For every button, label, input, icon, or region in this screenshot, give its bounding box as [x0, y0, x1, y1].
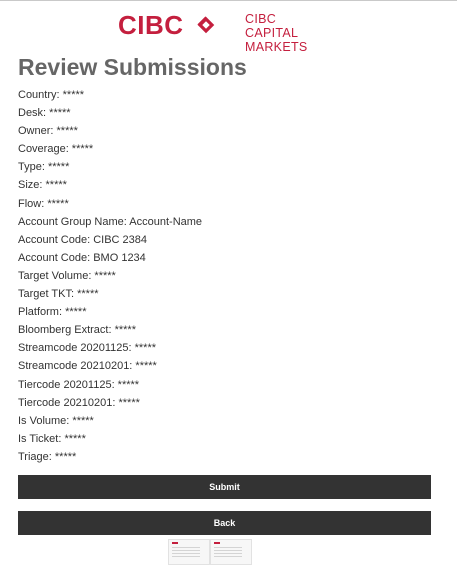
tagline-line-1: CIBC CAPITAL — [245, 12, 299, 40]
field-desk: Desk: ***** — [18, 107, 71, 120]
tagline-line-2: MARKETS — [245, 40, 308, 54]
field-account-group-name: Account Group Name: Account-Name — [18, 215, 203, 228]
field-is-volume: Is Volume: ***** — [18, 414, 94, 427]
field-tiercode-20201125: Tiercode 20201125: ***** — [18, 378, 140, 391]
field-target-tkt: Target TKT: ***** — [18, 288, 99, 301]
logo-wordmark: CIBC — [118, 10, 184, 40]
field-country: Country: ***** — [18, 89, 85, 101]
field-bloomberg-extract: Bloomberg Extract: ***** — [18, 324, 136, 337]
logo-tagline: CIBC CAPITAL MARKETS — [245, 12, 308, 54]
field-owner: Owner: ***** — [18, 125, 78, 138]
field-account-code-1: Account Code: CIBC 2384 — [18, 233, 148, 246]
top-border — [0, 0, 457, 1]
submit-button[interactable]: Submit — [18, 475, 431, 499]
field-tiercode-20210201: Tiercode 20210201: ***** — [18, 396, 140, 409]
back-button[interactable]: Back — [18, 511, 431, 535]
field-is-ticket: Is Ticket: ***** — [18, 432, 86, 445]
submission-field-list: Country: ***** Desk: ***** Owner: ***** … — [18, 86, 202, 466]
field-streamcode-20201125: Streamcode 20201125: ***** — [18, 342, 157, 355]
field-target-volume: Target Volume: ***** — [18, 269, 116, 282]
diamond-logo-icon — [197, 16, 215, 34]
field-flow: Flow: ***** — [18, 197, 69, 210]
field-streamcode-20210201: Streamcode 20210201: ***** — [18, 360, 157, 373]
field-triage: Triage: ***** — [18, 450, 77, 463]
field-account-code-2: Account Code: BMO 1234 — [18, 251, 146, 264]
field-platform: Platform: ***** — [18, 306, 87, 319]
field-size: Size: ***** — [18, 179, 67, 192]
preview-card-left — [168, 539, 210, 565]
field-type: Type: ***** — [18, 161, 70, 174]
page-preview-thumbnail — [168, 539, 270, 566]
preview-card-right — [210, 539, 252, 565]
field-coverage: Coverage: ***** — [18, 143, 94, 156]
page-title: Review Submissions — [18, 54, 247, 80]
